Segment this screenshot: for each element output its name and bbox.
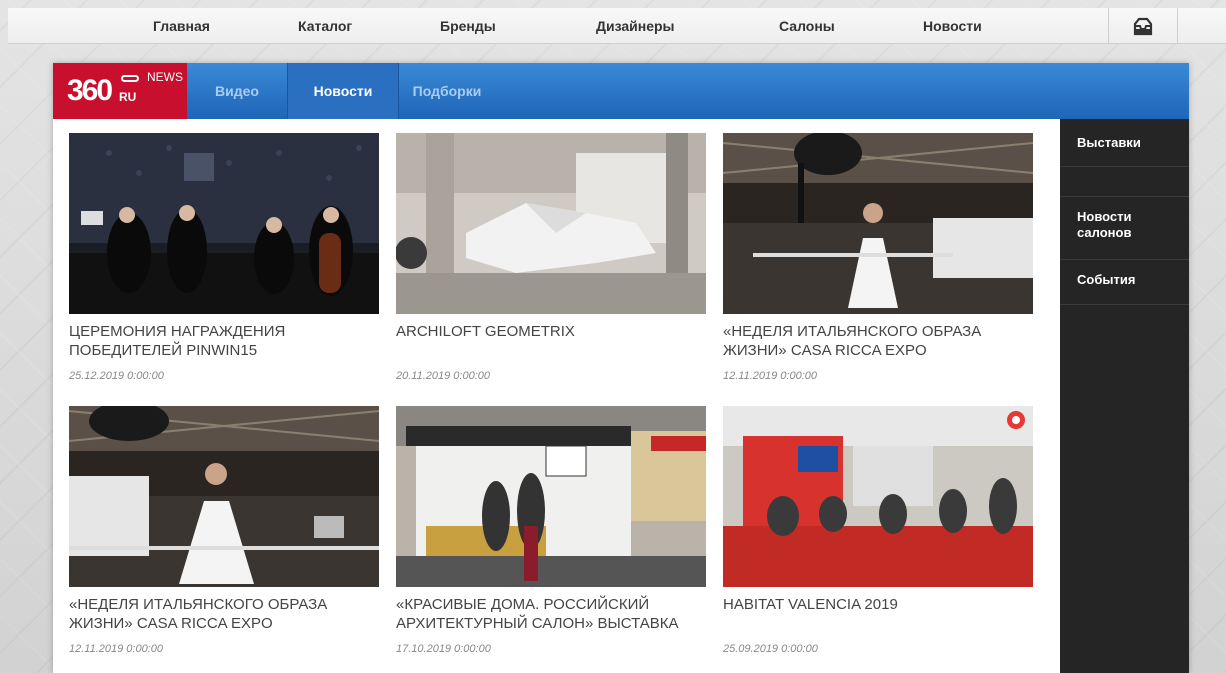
news-card[interactable]: ARCHILOFT GEOMETRIX 20.11.2019 0:00:00 (396, 133, 706, 382)
article-title[interactable]: HABITAT VALENCIA 2019 (723, 595, 1033, 614)
article-image[interactable] (396, 133, 706, 314)
news-card[interactable]: «Неделя итальянского образа жизни» CASA … (69, 406, 379, 655)
news-card[interactable]: Церемония награждения победителей PINWIN… (69, 133, 379, 382)
nav-salons[interactable]: Салоны (779, 18, 835, 34)
article-image[interactable] (69, 406, 379, 587)
article-title[interactable]: «Неделя итальянского образа жизни» CASA … (69, 595, 379, 633)
tab-news[interactable]: Новости (287, 63, 399, 119)
nav-home[interactable]: Главная (153, 18, 210, 34)
sidebar-divider (1060, 196, 1189, 197)
article-image[interactable] (396, 406, 706, 587)
panel-header: 360 NEWS RU Видео Новости Подборки (53, 63, 1189, 119)
article-date: 12.11.2019 0:00:00 (69, 643, 163, 655)
tab-collections[interactable]: Подборки (399, 63, 495, 119)
nav-designers[interactable]: Дизайнеры (596, 18, 675, 34)
logo-news-text: NEWS (147, 70, 183, 84)
logo-ru-text: RU (119, 90, 137, 104)
article-image[interactable] (69, 133, 379, 314)
sidebar: Выставки Новости салонов События (1060, 119, 1189, 673)
logo-360-news[interactable]: 360 NEWS RU (53, 63, 187, 119)
logo-main-text: 360 (67, 74, 113, 107)
sidebar-item-exhibitions[interactable]: Выставки (1060, 135, 1189, 151)
sidebar-divider (1060, 259, 1189, 260)
article-date: 25.09.2019 0:00:00 (723, 643, 818, 655)
tab-video[interactable]: Видео (187, 63, 287, 119)
nav-catalog[interactable]: Каталог (298, 18, 352, 34)
article-title[interactable]: Церемония награждения победителей PINWIN… (69, 322, 379, 360)
sidebar-item-salon-news[interactable]: Новости салонов (1060, 209, 1140, 241)
sidebar-divider (1060, 304, 1189, 305)
article-date: 12.11.2019 0:00:00 (723, 370, 817, 382)
article-title[interactable]: «Неделя итальянского образа жизни» CASA … (723, 322, 1033, 360)
news-panel: 360 NEWS RU Видео Новости Подборки Церем… (53, 63, 1189, 673)
article-image[interactable] (723, 133, 1033, 314)
top-navigation: Главная Каталог Бренды Дизайнеры Салоны … (8, 8, 1226, 44)
article-image[interactable] (723, 406, 1033, 587)
article-date: 17.10.2019 0:00:00 (396, 643, 491, 655)
news-card[interactable]: «Красивые дома. Российский архитектурный… (396, 406, 706, 655)
news-card[interactable]: HABITAT VALENCIA 2019 25.09.2019 0:00:00 (723, 406, 1033, 655)
news-card[interactable]: «Неделя итальянского образа жизни» CASA … (723, 133, 1033, 382)
nav-divider (1108, 8, 1109, 44)
nav-news[interactable]: Новости (923, 18, 982, 34)
logo-dash-icon (121, 75, 139, 82)
article-date: 20.11.2019 0:00:00 (396, 370, 490, 382)
cart-icon[interactable] (1132, 16, 1154, 36)
article-date: 25.12.2019 0:00:00 (69, 370, 164, 382)
sidebar-item-events[interactable]: События (1060, 272, 1189, 288)
article-title[interactable]: ARCHILOFT GEOMETRIX (396, 322, 706, 341)
nav-divider (1177, 8, 1178, 44)
nav-brands[interactable]: Бренды (440, 18, 496, 34)
sidebar-divider (1060, 166, 1189, 167)
article-title[interactable]: «Красивые дома. Российский архитектурный… (396, 595, 706, 633)
